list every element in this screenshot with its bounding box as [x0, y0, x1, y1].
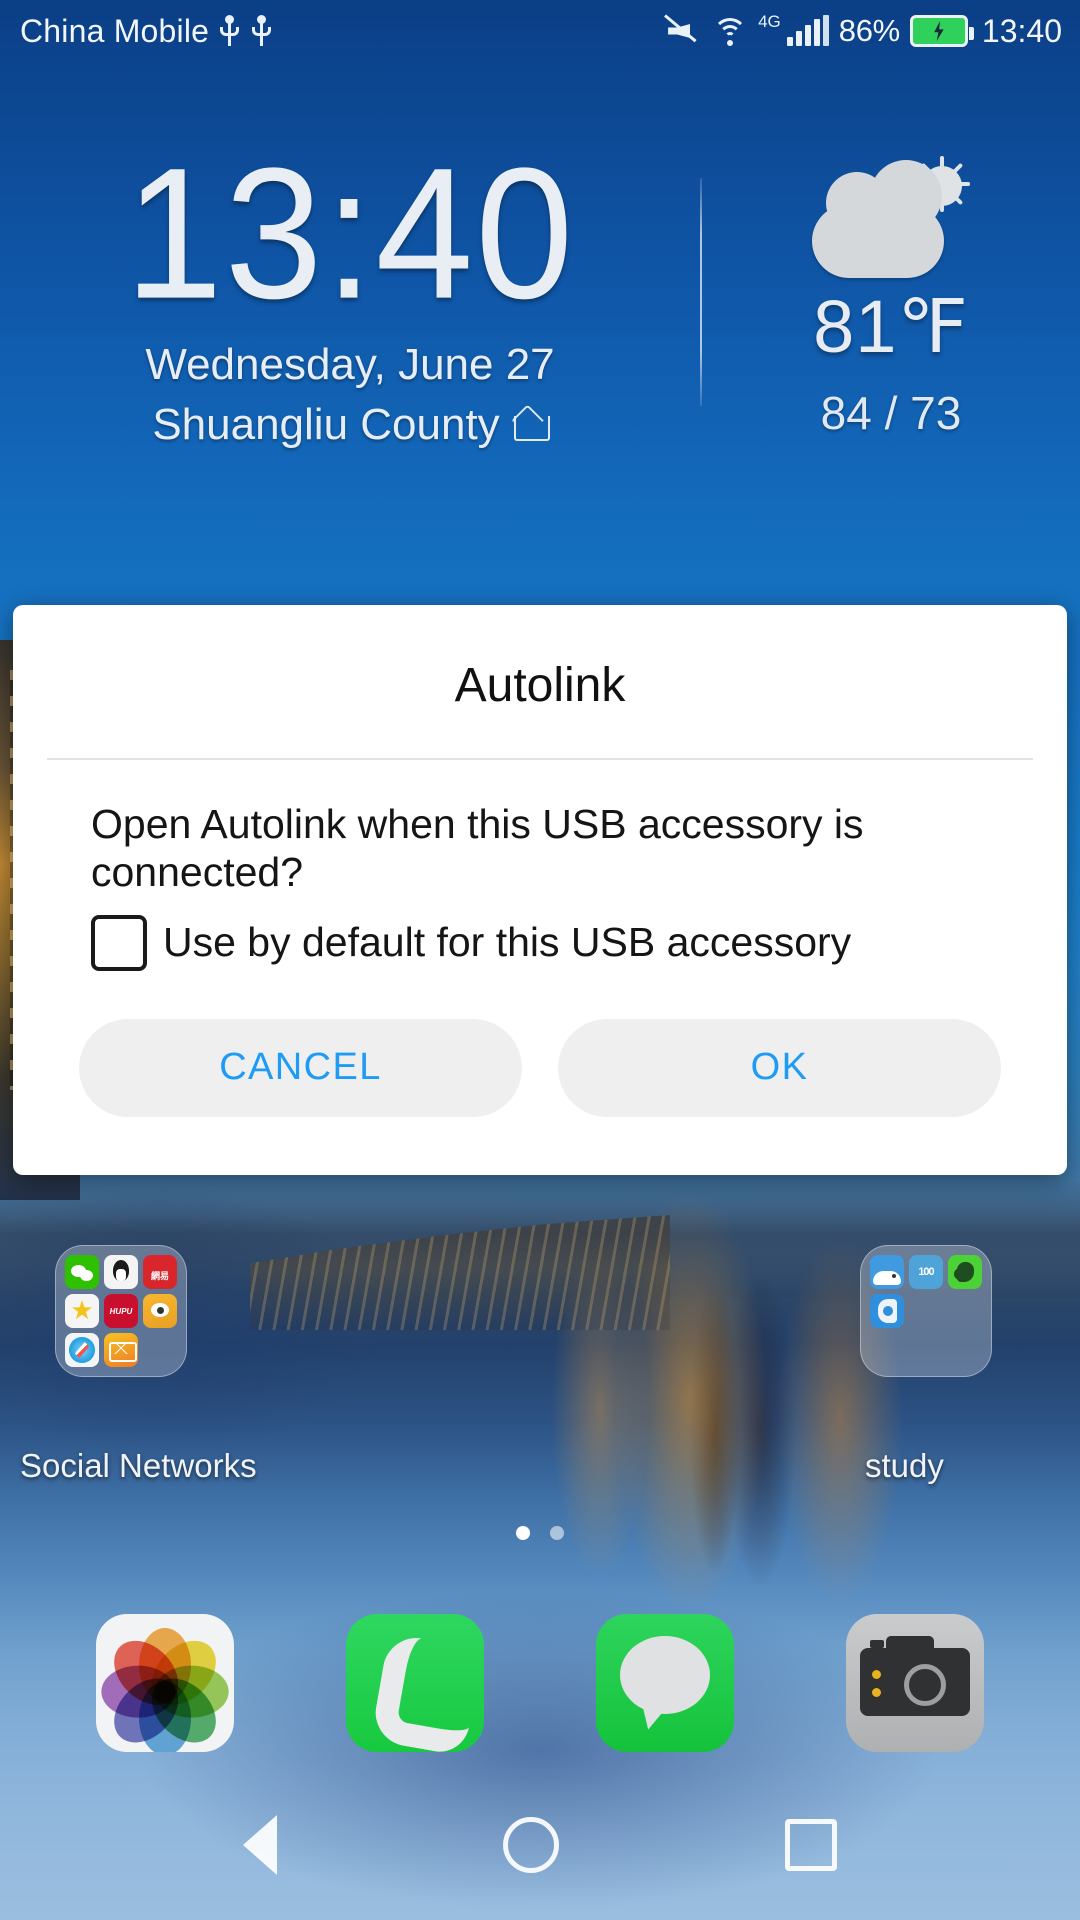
weather-column[interactable]: 81℉ 84 / 73 — [702, 150, 1080, 440]
cancel-button[interactable]: CANCEL — [79, 1018, 522, 1117]
widget-location-row: Shuangliu County — [152, 400, 550, 450]
usb-icon — [219, 15, 241, 47]
clock-weather-widget[interactable]: 13:40 Wednesday, June 27 Shuangliu Count… — [0, 141, 1080, 449]
battery-percent-label: 86% — [838, 13, 900, 48]
folder-study[interactable]: 100 — [860, 1245, 992, 1377]
qq-icon[interactable] — [104, 1255, 138, 1289]
messages-icon[interactable] — [596, 1613, 734, 1752]
status-bar-right: 4G 86% 13:40 — [668, 12, 1062, 50]
navigation-bar — [0, 1770, 1080, 1920]
whale-icon[interactable] — [870, 1255, 904, 1289]
usb-icon — [251, 15, 273, 47]
dialog-actions: CANCEL OK — [13, 971, 1067, 1175]
carrier-label: China Mobile — [20, 12, 210, 49]
weather-temperature: 81℉ — [813, 285, 969, 368]
use-by-default-checkbox[interactable] — [91, 914, 147, 971]
folder-label-social-networks: Social Networks — [20, 1447, 257, 1484]
hundred-icon[interactable]: 100 — [909, 1255, 943, 1289]
home-icon — [513, 410, 550, 441]
hupu-icon[interactable]: HUPU — [104, 1294, 138, 1328]
network-type-label: 4G — [758, 12, 781, 31]
status-bar-left: China Mobile — [20, 13, 273, 50]
page-dot — [516, 1526, 530, 1540]
netease-news-icon[interactable]: 網易 — [143, 1255, 177, 1289]
dialog-body: Open Autolink when this USB accessory is… — [13, 760, 1067, 971]
camera-icon[interactable] — [846, 1613, 984, 1752]
widget-location: Shuangliu County — [152, 400, 500, 449]
use-by-default-label: Use by default for this USB accessory — [163, 919, 852, 966]
widget-date: Wednesday, June 27 — [145, 340, 555, 389]
battery-charging-icon — [909, 15, 974, 47]
dialog-message: Open Autolink when this USB accessory is… — [91, 801, 864, 896]
phone-icon[interactable] — [346, 1613, 484, 1752]
back-icon[interactable] — [243, 1815, 277, 1875]
page-dot — [550, 1526, 564, 1540]
weather-high-low: 84 / 73 — [820, 387, 962, 439]
photos-icon[interactable] — [96, 1613, 234, 1752]
signal-bars-icon — [786, 15, 829, 46]
default-checkbox-row[interactable]: Use by default for this USB accessory — [91, 914, 995, 971]
wifi-icon — [712, 16, 748, 46]
wechat-icon[interactable] — [65, 1255, 99, 1289]
folder-social-networks[interactable]: 網易HUPU — [55, 1245, 187, 1377]
dock — [0, 1595, 1080, 1770]
safari-icon[interactable] — [65, 1333, 99, 1367]
widget-clock: 13:40 — [124, 130, 576, 338]
dialog-title: Autolink — [454, 659, 626, 712]
home-circle-icon[interactable] — [503, 1817, 559, 1873]
zhihu-icon[interactable] — [65, 1294, 99, 1328]
mail-icon[interactable] — [104, 1333, 138, 1367]
recents-square-icon[interactable] — [785, 1819, 837, 1871]
status-bar: China Mobile 4G 86% 13:40 — [0, 0, 1080, 62]
clock-column[interactable]: 13:40 Wednesday, June 27 Shuangliu Count… — [0, 141, 700, 449]
ok-button[interactable]: OK — [558, 1018, 1001, 1117]
status-bar-clock: 13:40 — [981, 12, 1062, 49]
partly-cloudy-icon — [806, 156, 976, 280]
weibo-icon[interactable] — [143, 1294, 177, 1328]
dingtalk-icon[interactable] — [870, 1294, 904, 1328]
evernote-icon[interactable] — [948, 1255, 982, 1289]
autolink-dialog: Autolink Open Autolink when this USB acc… — [13, 605, 1067, 1175]
mute-icon — [668, 16, 702, 46]
page-indicator — [0, 1526, 1080, 1540]
folder-label-study: study — [865, 1447, 944, 1484]
